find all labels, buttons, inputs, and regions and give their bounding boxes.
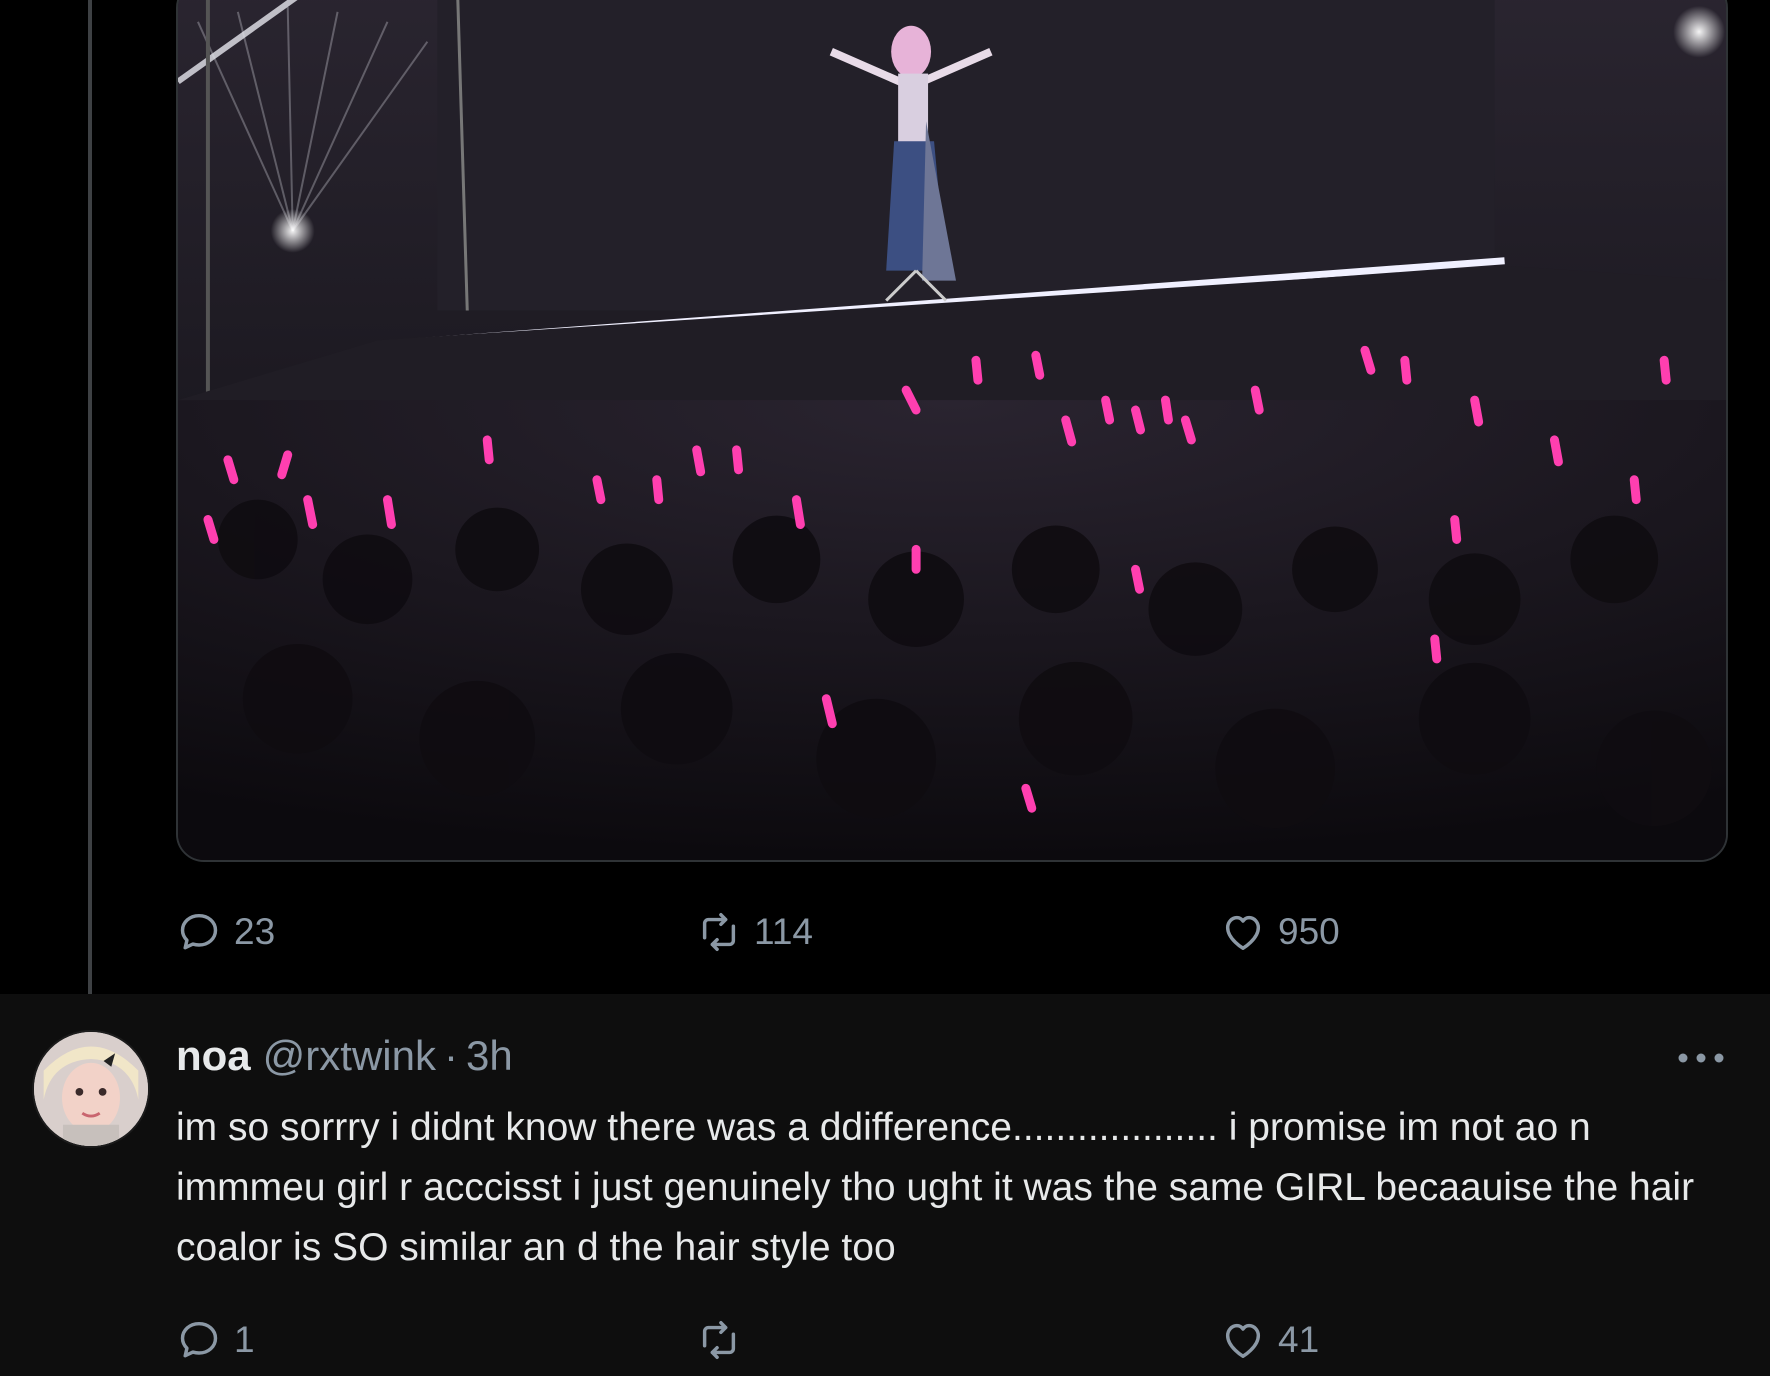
reply-button[interactable]: 1: [176, 1310, 255, 1370]
reply-icon: [180, 913, 218, 950]
like-icon: [1225, 915, 1261, 951]
post-media-image[interactable]: [176, 0, 1728, 862]
reply-header: noa @rxtwink · 3h: [176, 1032, 513, 1088]
post-action-bar: 23 114 950: [176, 902, 1576, 962]
reply-count: 1: [234, 1319, 255, 1360]
like-icon: [1225, 1323, 1261, 1359]
user-handle[interactable]: @rxtwink: [263, 1032, 436, 1080]
repost-icon: [702, 1321, 736, 1359]
like-count: 950: [1278, 911, 1340, 952]
thread-connector-line: [88, 0, 92, 1016]
repost-button[interactable]: 114: [696, 902, 813, 962]
avatar[interactable]: [32, 1030, 150, 1148]
reply-action-bar: 1 41: [176, 1310, 1576, 1370]
reply-count: 23: [234, 911, 276, 952]
reply-button[interactable]: 23: [176, 902, 275, 962]
like-count: 41: [1278, 1319, 1320, 1360]
profile-photo: [34, 1032, 148, 1146]
repost-count: 114: [754, 911, 813, 952]
reply-text: im so sorrry i didnt know there was a dd…: [176, 1106, 1695, 1269]
like-button[interactable]: 950: [1220, 902, 1340, 962]
timestamp[interactable]: 3h: [466, 1032, 513, 1080]
more-icon[interactable]: [1676, 1046, 1726, 1070]
repost-icon: [702, 913, 736, 951]
like-button[interactable]: 41: [1220, 1310, 1319, 1370]
separator-dot: ·: [443, 1032, 458, 1079]
concert-photo: [178, 0, 1726, 860]
repost-button[interactable]: [696, 1310, 754, 1370]
display-name[interactable]: noa: [176, 1032, 251, 1080]
reply-icon: [180, 1321, 218, 1358]
